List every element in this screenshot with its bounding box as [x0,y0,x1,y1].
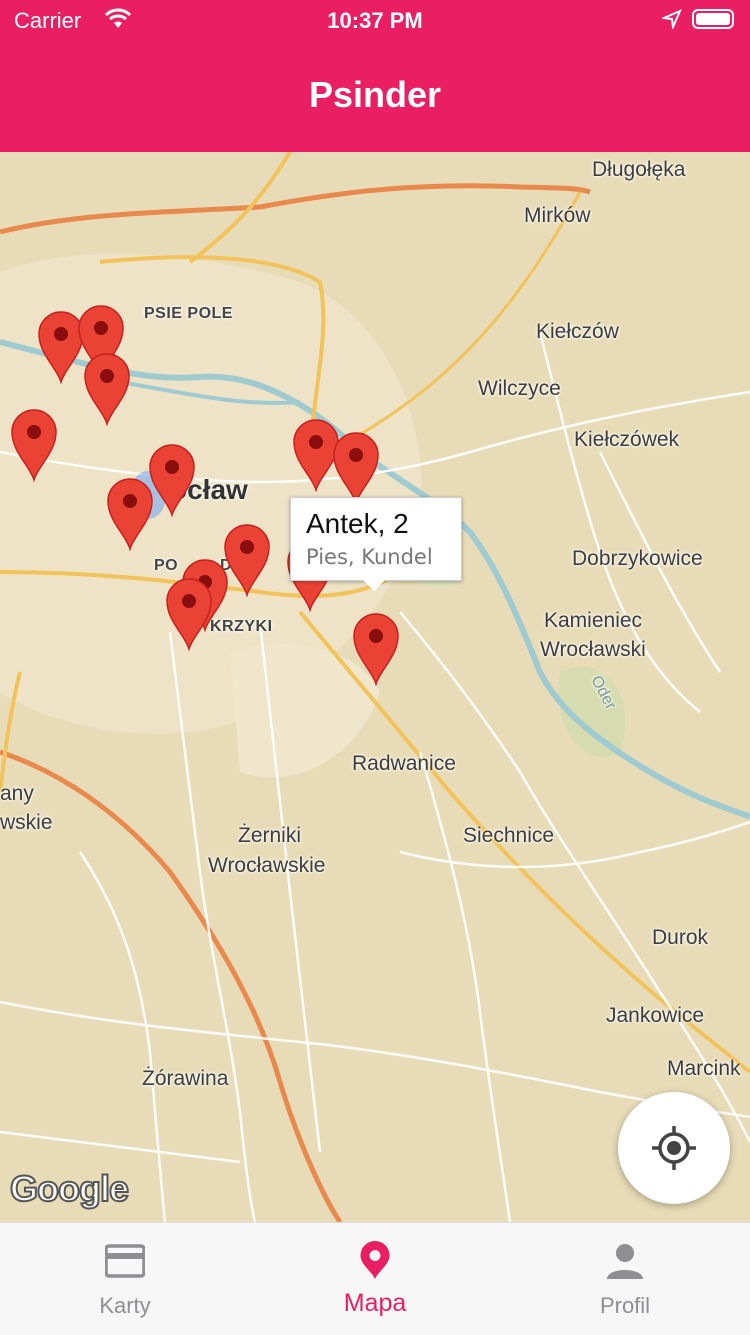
place-radwanice: Radwanice [352,752,456,775]
place-marcinkowice: Marcink [667,1057,741,1080]
tab-bar: Karty Mapa Profil [0,1222,750,1335]
place-kielczow: Kiełczów [536,320,619,343]
place-dlugoleka: Długołęka [592,158,686,181]
info-window-subtitle: Pies, Kundel [306,545,433,569]
dog-marker[interactable] [106,477,154,551]
map-pin-icon [360,1241,390,1280]
place-psie-pole: PSIE POLE [144,305,233,322]
tab-label: Mapa [343,1289,407,1317]
marker-info-window[interactable]: Antek, 2 Pies, Kundel [290,497,462,591]
place-zerniki-line1: Żerniki [238,824,302,847]
place-kamieniec-line1: Kamieniec [544,609,643,632]
crosshair-icon [652,1126,696,1170]
tab-label: Karty [99,1293,151,1318]
dog-marker[interactable] [10,408,58,482]
dog-marker[interactable] [223,523,271,597]
place-zerniki-line2: Wrocławskie [208,854,326,877]
person-icon [607,1244,643,1279]
tab-profil[interactable]: Profil [500,1223,750,1335]
page-title: Psinder [308,74,442,115]
place-dobrzykowice: Dobrzykowice [572,547,703,570]
map-view[interactable]: Długołęka Mirków PSIE POLE Kiełczów Wilc… [0,152,750,1222]
place-durok: Durok [652,926,709,949]
tab-mapa[interactable]: Mapa [250,1223,500,1335]
location-arrow-icon [660,9,682,35]
info-window-title: Antek, 2 [306,508,409,539]
place-jankowice: Jankowice [606,1004,705,1027]
battery-icon [692,9,734,29]
place-poludnie: PO [154,557,179,574]
dog-marker[interactable] [83,352,131,426]
place-wilczyce: Wilczyce [478,377,561,400]
header: Psinder [0,40,750,152]
tab-label: Profil [599,1293,651,1318]
place-kielczowek: Kiełczówek [574,428,680,451]
card-icon [105,1244,145,1278]
tab-karty[interactable]: Karty [0,1223,250,1335]
dog-marker[interactable] [332,431,380,505]
status-bar: Carrier 10:37 PM [0,0,750,40]
dog-marker[interactable] [148,443,196,517]
my-location-button[interactable] [618,1092,730,1204]
place-kobierzyce-line2: wskie [0,811,53,834]
place-kobierzyce-line1: any [0,782,34,805]
dog-marker[interactable] [352,612,400,686]
place-kamieniec-line2: Wrocławski [540,638,646,661]
place-mirkow: Mirków [524,204,591,227]
place-siechnice: Siechnice [463,824,555,847]
dog-marker[interactable] [165,577,213,651]
google-logo: Google [9,1167,130,1210]
place-zorawina: Żórawina [142,1067,229,1090]
status-time: 10:37 PM [327,8,423,33]
